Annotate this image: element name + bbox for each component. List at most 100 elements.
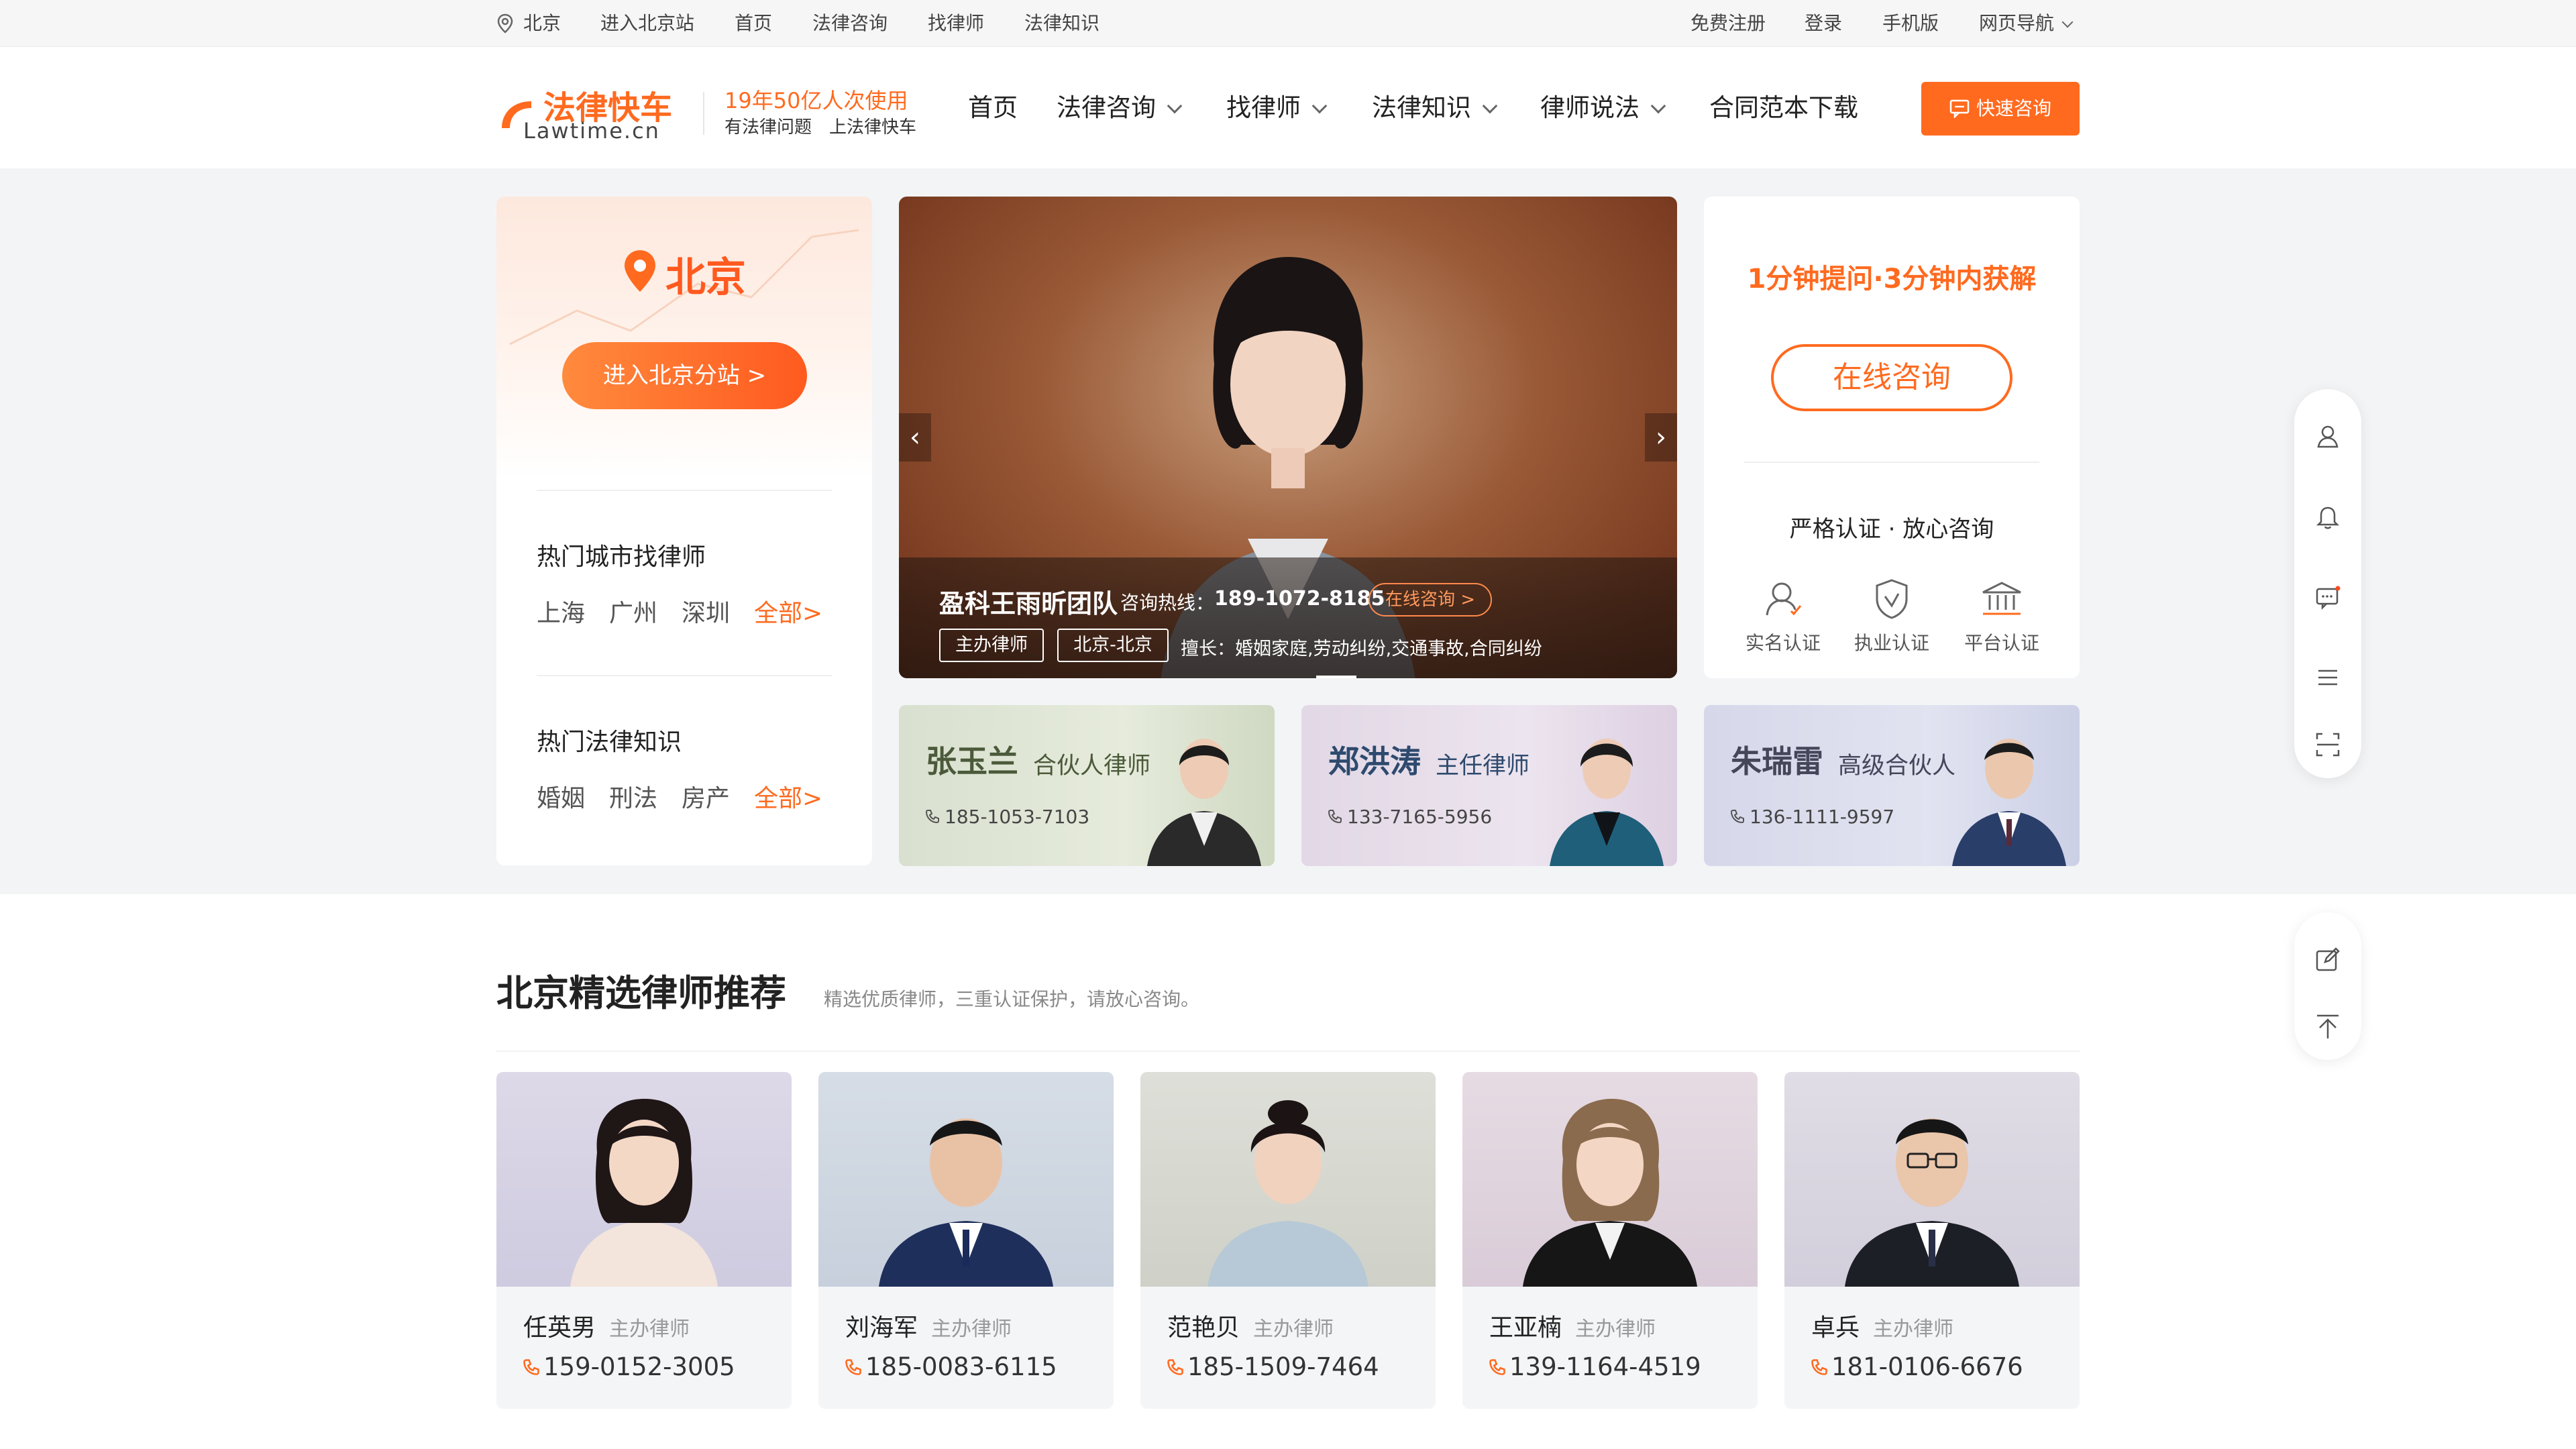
banner-next-button[interactable]: › (1645, 413, 1677, 462)
lawyer-portrait (1208, 1100, 1368, 1287)
banner-tag-city: 北京-北京 (1057, 629, 1169, 662)
nav-contracts[interactable]: 合同范本下载 (1709, 48, 1858, 168)
mini-lawyer-card[interactable]: 郑洪涛 主任律师 133-7165-5956 (1301, 705, 1677, 866)
floating-toolbar-bottom (2294, 912, 2361, 1060)
user-icon[interactable] (2314, 423, 2341, 449)
lawyer-name: 王亚楠 (1489, 1314, 1562, 1342)
logo-en: Lawtime.cn (523, 118, 660, 144)
back-to-top-icon[interactable] (2314, 1013, 2341, 1040)
enter-city-station-label: 进入北京分站 > (602, 362, 767, 389)
phone-icon (1489, 1359, 1505, 1375)
hot-city-guangzhou[interactable]: 广州 (609, 594, 657, 629)
shield-icon (1876, 579, 1908, 619)
hot-city-shanghai[interactable]: 上海 (537, 594, 585, 629)
online-consult-button[interactable]: 在线咨询 (1771, 344, 2012, 411)
enter-city-station-button[interactable]: 进入北京分站 > (562, 342, 807, 409)
chevron-down-icon (1167, 98, 1183, 114)
lawyer-phone[interactable]: 185-0083-6115 (865, 1352, 1057, 1381)
phone-icon (1811, 1359, 1827, 1375)
banner-team-name: 盈科王雨昕团队 (939, 589, 1118, 619)
quick-consult-label: 快速咨询 (1976, 97, 2052, 119)
nav-consult[interactable]: 法律咨询 (1057, 48, 1183, 168)
scan-icon[interactable] (2314, 731, 2341, 758)
city-name: 北京 (665, 254, 746, 301)
hot-city-all-link[interactable]: 全部> (754, 594, 822, 629)
topbar-login[interactable]: 登录 (1805, 0, 1842, 47)
topbar-link-enter-station[interactable]: 进入北京站 (600, 0, 694, 47)
lawyer-role: 主办律师 (1575, 1318, 1656, 1341)
divider (496, 1051, 2080, 1052)
lawyer-role: 主办律师 (1873, 1318, 1953, 1341)
topbar-site-nav[interactable]: 网页导航 (1979, 0, 2074, 47)
lawyer-portrait (879, 1118, 1053, 1287)
nav-lawyer-talk-label: 律师说法 (1540, 93, 1640, 122)
banner-consult-button[interactable]: 在线咨询 > (1368, 583, 1492, 616)
lawyer-card[interactable]: 刘海军 主办律师 185-0083-6115 (818, 1072, 1114, 1409)
bank-icon (1982, 582, 2021, 615)
lawyer-name: 任英男 (523, 1314, 596, 1342)
badge-platform: 平台认证 (1964, 632, 2039, 654)
topbar-link-home[interactable]: 首页 (735, 0, 772, 47)
user-icon (1766, 582, 1802, 616)
nav-knowledge[interactable]: 法律知识 (1372, 48, 1498, 168)
chat-icon (1949, 99, 1970, 118)
quick-consult-button[interactable]: 快速咨询 (1921, 82, 2080, 136)
badge-real-name: 实名认证 (1745, 632, 1821, 654)
banner-hotline: 189-1072-8185 (1214, 587, 1385, 610)
hot-law-marriage[interactable]: 婚姻 (537, 779, 585, 814)
hot-city-shenzhen[interactable]: 深圳 (682, 594, 730, 629)
lawyer-portrait (1845, 1118, 2019, 1287)
lawyer-role: 主办律师 (931, 1318, 1012, 1341)
hot-law-criminal[interactable]: 刑法 (609, 779, 657, 814)
topbar-link-consult[interactable]: 法律咨询 (812, 0, 888, 47)
consult-subtitle: 严格认证 · 放心咨询 (1789, 516, 1994, 543)
lawyer-phone[interactable]: 139-1164-4519 (1509, 1352, 1701, 1381)
banner-tag-city-label: 北京-北京 (1073, 635, 1152, 655)
nav-knowledge-label: 法律知识 (1372, 93, 1471, 122)
topbar-mobile[interactable]: 手机版 (1882, 0, 1939, 47)
chevron-down-icon (1482, 98, 1498, 114)
hot-law-all-link[interactable]: 全部> (754, 779, 822, 814)
mini-lawyer-card[interactable]: 张玉兰 合伙人律师 185-1053-7103 (899, 705, 1275, 866)
lawyer-photo (1462, 1072, 1758, 1287)
topbar-link-find-lawyer[interactable]: 找律师 (928, 0, 984, 47)
nav-lawyer-talk[interactable]: 律师说法 (1540, 48, 1666, 168)
topbar-location[interactable]: 北京 (523, 0, 561, 47)
lawyer-phone[interactable]: 159-0152-3005 (543, 1352, 735, 1381)
lawyer-card[interactable]: 任英男 主办律师 159-0152-3005 (496, 1072, 792, 1409)
lawyer-card[interactable]: 范艳贝 主办律师 185-1509-7464 (1140, 1072, 1436, 1409)
mini-lawyer-card[interactable]: 朱瑞雷 高级合伙人 136-1111-9597 (1704, 705, 2080, 866)
lawyer-card[interactable]: 卓兵 主办律师 181-0106-6676 (1784, 1072, 2080, 1409)
lawyer-phone[interactable]: 181-0106-6676 (1831, 1352, 2023, 1381)
top-bar: 北京 进入北京站 首页 法律咨询 找律师 法律知识 免费注册 登录 手机版 网页… (0, 0, 2576, 47)
lawyer-photo (1140, 1072, 1436, 1287)
banner-prev-button[interactable]: ‹ (899, 413, 931, 462)
logo[interactable]: 法律快车 Lawtime.cn (496, 81, 698, 144)
menu-icon[interactable] (2314, 664, 2341, 691)
slogan-top: 19年50亿人次使用 (724, 88, 908, 113)
banner-indicator (1316, 676, 1356, 678)
nav-find-lawyer[interactable]: 找律师 (1226, 48, 1328, 168)
edit-icon[interactable] (2314, 946, 2341, 973)
chevron-down-icon (1650, 98, 1666, 114)
lawyer-photo (1784, 1072, 2080, 1287)
lawyer-name: 卓兵 (1811, 1314, 1860, 1342)
lawyer-portrait (570, 1099, 718, 1287)
nav-home[interactable]: 首页 (968, 48, 1018, 168)
chevron-right-icon: › (1656, 422, 1666, 453)
hot-law-property[interactable]: 房产 (682, 779, 730, 814)
mini-lawyer-phone: 133-7165-5956 (1347, 806, 1493, 828)
lawyer-banner[interactable]: ‹ › 盈科王雨昕团队 咨询热线： 189-1072-8185 在线咨询 > 主… (899, 197, 1677, 678)
divider (1744, 462, 2039, 463)
phone-icon (925, 810, 939, 824)
bell-icon[interactable] (2314, 503, 2341, 530)
consult-headline: 1分钟提问·3分钟内获解 (1747, 264, 2037, 294)
topbar-register[interactable]: 免费注册 (1690, 0, 1766, 47)
banner-tag-role-label: 主办律师 (955, 635, 1028, 655)
lawyer-photo (818, 1072, 1114, 1287)
topbar-link-knowledge[interactable]: 法律知识 (1024, 0, 1099, 47)
lawyer-photo (496, 1072, 792, 1287)
message-icon[interactable] (2314, 584, 2341, 610)
lawyer-phone[interactable]: 185-1509-7464 (1187, 1352, 1379, 1381)
lawyer-card[interactable]: 王亚楠 主办律师 139-1164-4519 (1462, 1072, 1758, 1409)
